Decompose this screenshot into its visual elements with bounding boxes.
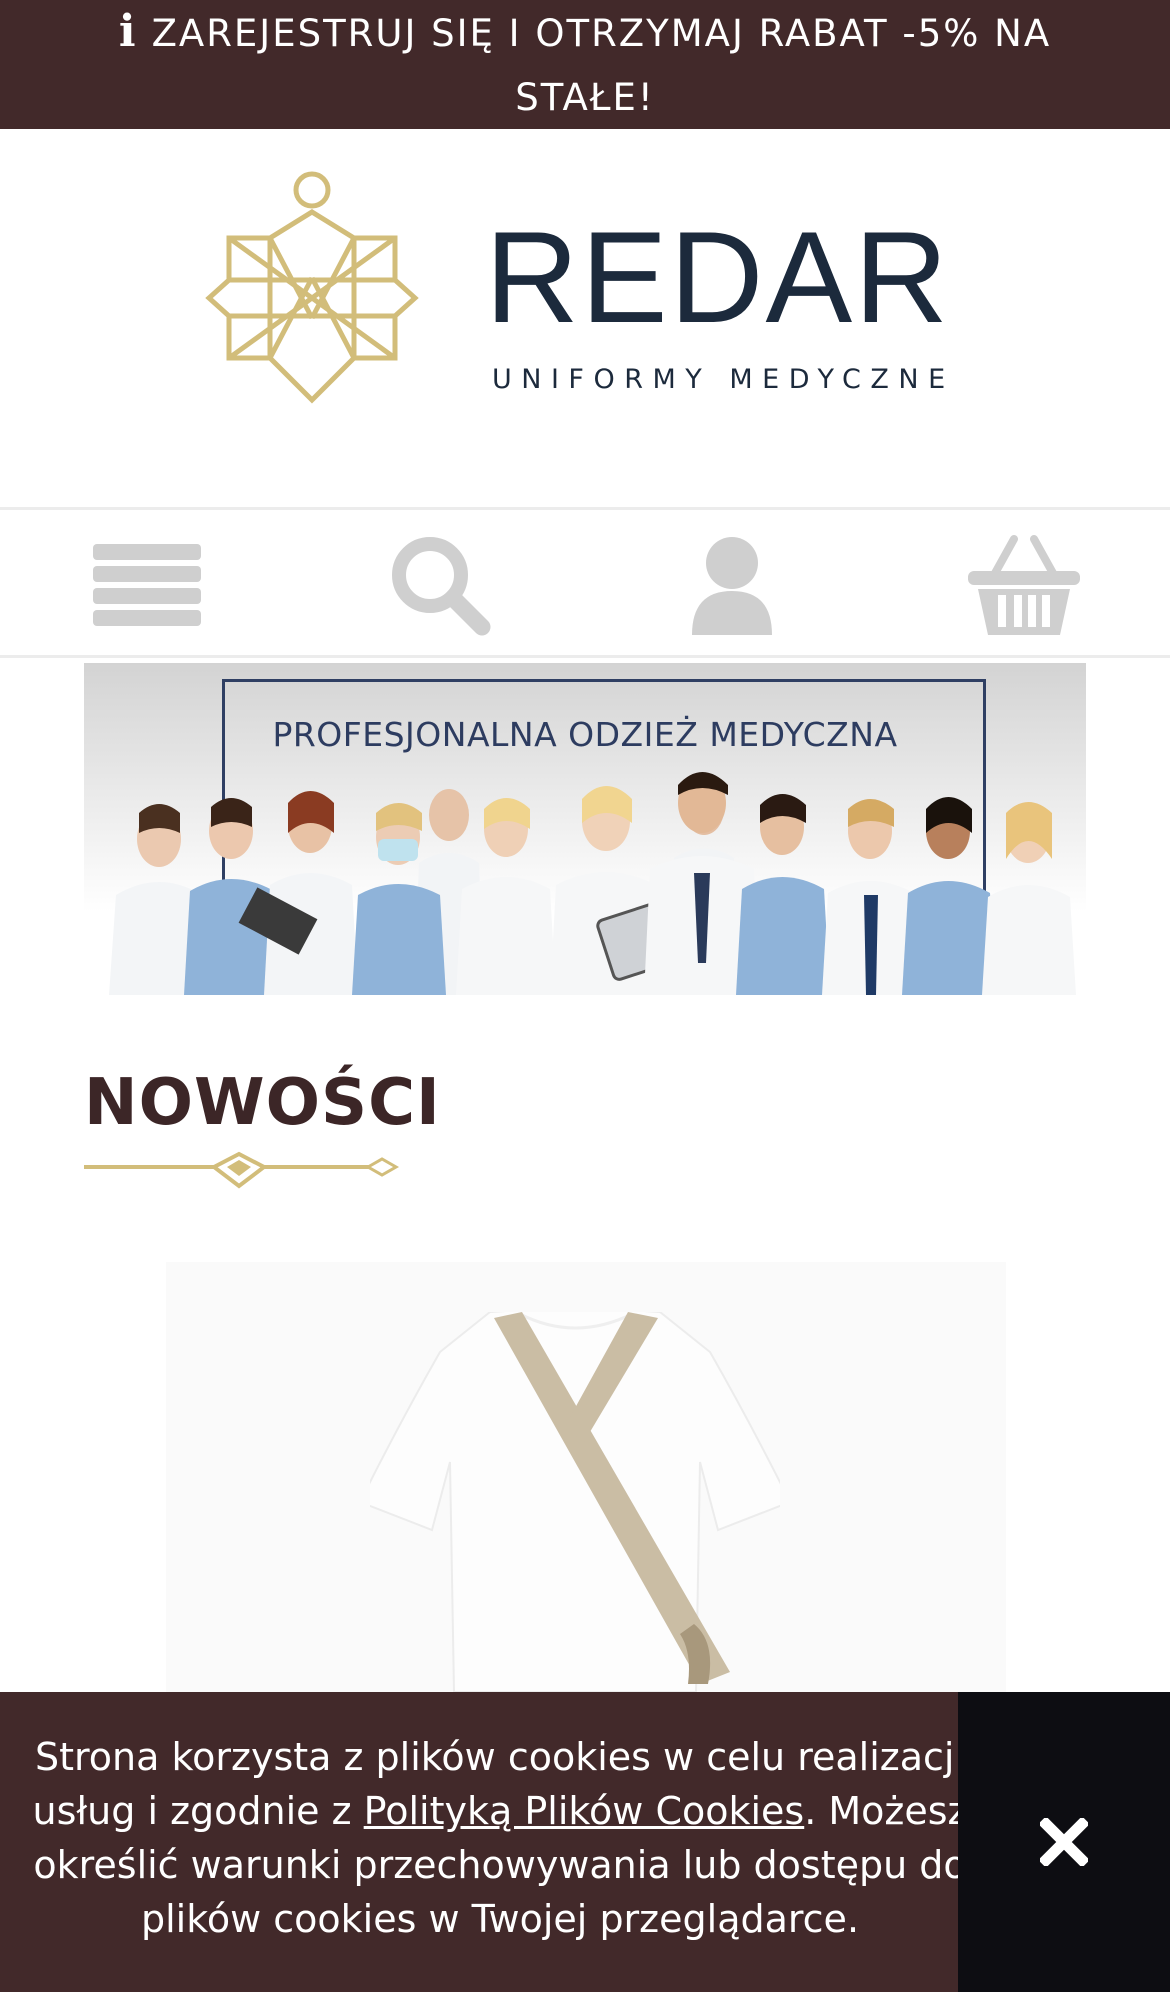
cookie-consent-bar: Strona korzysta z plików cookies w celu … bbox=[0, 1692, 967, 1992]
promo-bar[interactable]: i ZAREJESTRUJ SIĘ I OTRZYMAJ RABAT -5% NA… bbox=[0, 0, 1170, 129]
cart-button[interactable] bbox=[959, 526, 1089, 644]
user-account-icon bbox=[692, 537, 772, 635]
medical-staff-group-image bbox=[109, 772, 1076, 995]
title-ornament-icon bbox=[84, 1151, 400, 1189]
logo-emblem-icon bbox=[205, 171, 419, 404]
section-title-news: NOWOŚCI bbox=[84, 1066, 441, 1140]
cookie-policy-link[interactable]: Polityką Plików Cookies bbox=[364, 1789, 805, 1833]
cookie-close-button[interactable] bbox=[958, 1692, 1170, 1992]
search-icon bbox=[392, 537, 491, 636]
hero-banner[interactable]: PROFESJONALNA ODZIEŻ MEDYCZNA bbox=[84, 663, 1086, 995]
shopping-basket-icon bbox=[968, 535, 1080, 635]
brand-tagline: UNIFORMY MEDYCZNE bbox=[492, 364, 955, 395]
promo-text: ZAREJESTRUJ SIĘ I OTRZYMAJ RABAT -5% NA … bbox=[151, 12, 1052, 119]
menu-button[interactable] bbox=[82, 526, 212, 644]
info-icon: i bbox=[118, 6, 138, 57]
close-icon bbox=[1040, 1818, 1088, 1866]
search-button[interactable] bbox=[375, 526, 505, 644]
account-button[interactable] bbox=[667, 526, 797, 644]
product-image[interactable] bbox=[370, 1312, 780, 1692]
hamburger-menu-icon bbox=[93, 544, 201, 626]
brand-name: REDAR bbox=[485, 204, 951, 350]
mobile-nav-bar bbox=[0, 507, 1170, 658]
